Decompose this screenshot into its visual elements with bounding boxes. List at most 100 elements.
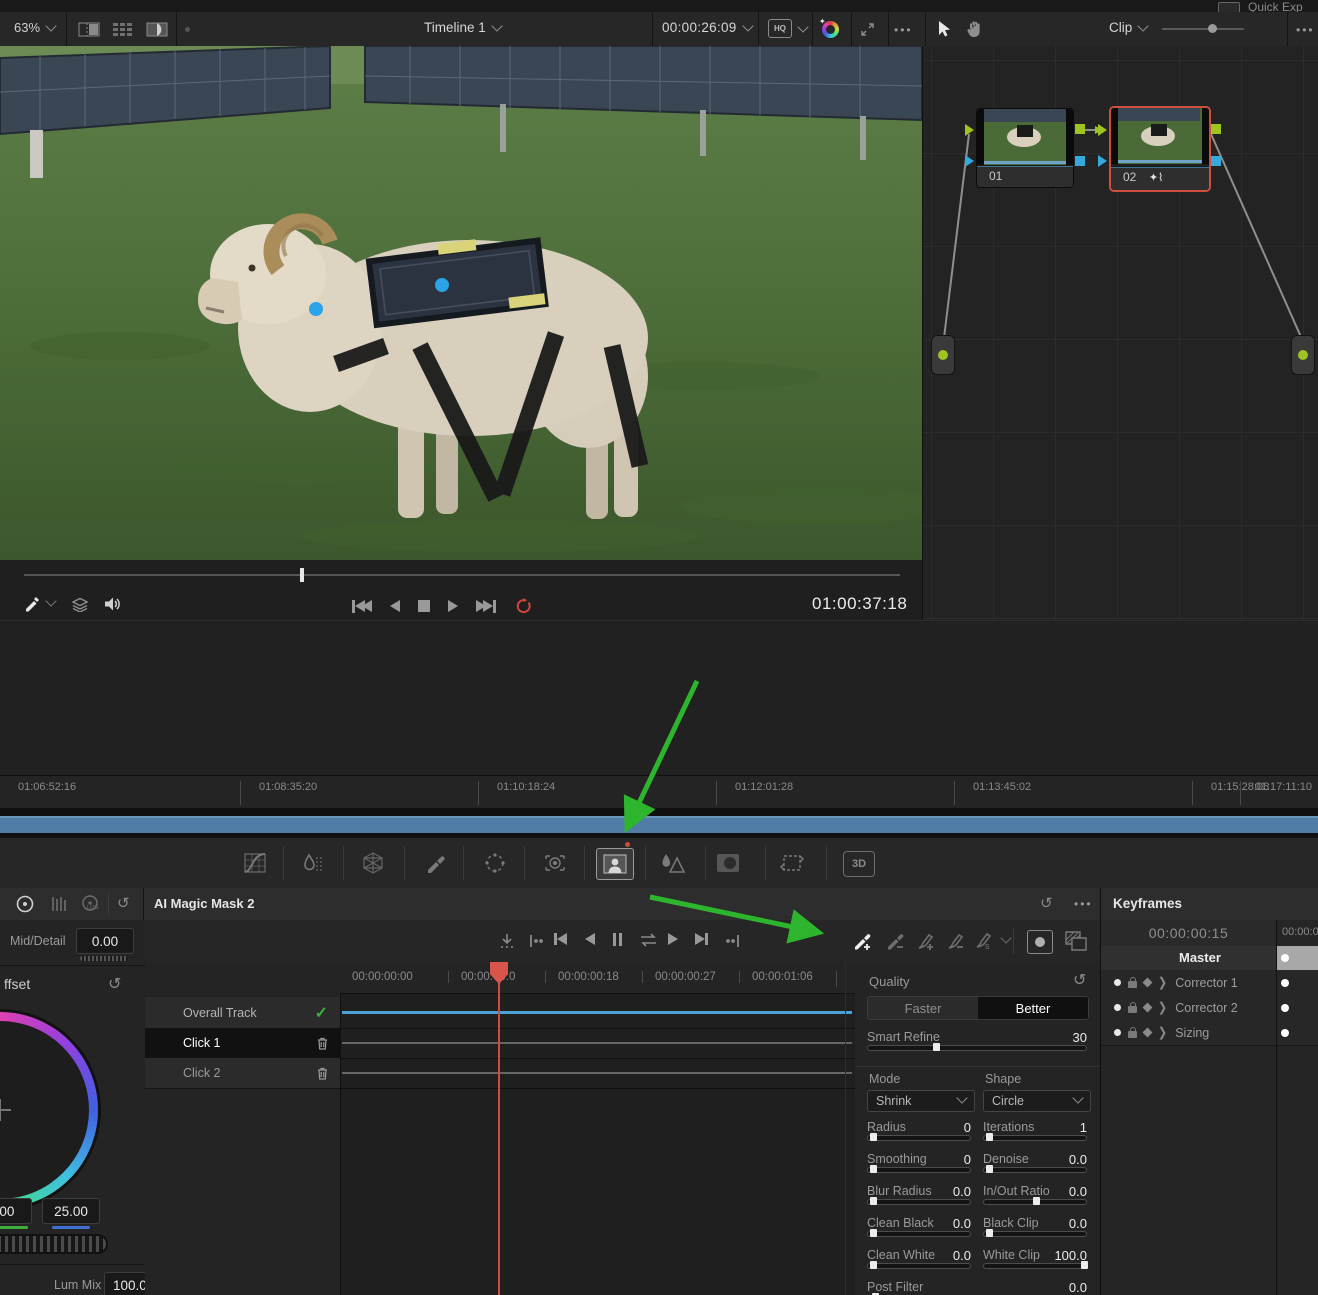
iterations-slider[interactable]: Iterations1 <box>983 1120 1087 1141</box>
enhanced-viewer-icon[interactable] <box>76 20 102 38</box>
node-graph[interactable]: 01 02 ✦︎⌇ <box>922 46 1318 620</box>
keyframe-row-master[interactable]: Master <box>1101 946 1318 971</box>
offset-value-green-box[interactable]: .00 <box>0 1198 32 1224</box>
qualifier-icon[interactable] <box>424 851 448 875</box>
keyframe-diamond-icon[interactable] <box>1143 1003 1153 1013</box>
shape-dropdown[interactable]: Circle <box>983 1090 1091 1112</box>
keyframe-dot[interactable] <box>1281 979 1289 987</box>
clean-white-slider[interactable]: Clean White0.0 <box>867 1248 971 1269</box>
node-01-key-input[interactable] <box>965 155 974 167</box>
keyframe-dot[interactable] <box>1281 1029 1289 1037</box>
mm-pause-button[interactable] <box>613 933 622 946</box>
magic-mask-tab[interactable] <box>596 848 634 880</box>
track-one-back-icon[interactable] <box>526 931 546 951</box>
keyframe-diamond-icon[interactable] <box>1143 978 1153 988</box>
panel-history-icon[interactable]: ↺ <box>117 894 130 912</box>
viewer-playhead[interactable] <box>300 568 304 582</box>
click1-track-bar[interactable] <box>342 1042 852 1044</box>
primary-bars-icon[interactable] <box>48 894 70 914</box>
overall-track-bar[interactable] <box>342 1011 852 1014</box>
split-screen-icon[interactable] <box>144 20 170 38</box>
enable-dot-icon[interactable] <box>1114 1004 1121 1011</box>
lock-icon[interactable] <box>1128 1031 1137 1038</box>
source-node[interactable] <box>931 335 955 375</box>
node-02-rgb-output[interactable] <box>1211 124 1221 134</box>
delete-track-icon[interactable] <box>317 1037 328 1050</box>
mask-overlay-toggle[interactable] <box>1027 930 1053 954</box>
quality-better-button[interactable]: Better <box>978 997 1088 1019</box>
hand-tool-icon[interactable] <box>963 19 985 39</box>
radius-slider[interactable]: Radius0 <box>867 1120 971 1141</box>
mask-playhead-line[interactable] <box>498 962 500 1295</box>
picker-add-tool[interactable] <box>850 929 876 953</box>
track-row-click2[interactable]: Click 2 <box>145 1058 340 1089</box>
timeline-ruler[interactable]: 01:06:52:16 01:08:35:20 01:10:18:24 01:1… <box>0 775 1318 809</box>
node-02-rgb-input[interactable] <box>1098 124 1107 136</box>
window-icon[interactable] <box>481 851 509 875</box>
stroke-remove-tool[interactable] <box>943 929 969 953</box>
offset-master-dial[interactable] <box>0 1236 106 1252</box>
color-wheels-icon[interactable] <box>14 894 36 914</box>
mid-detail-dial[interactable] <box>80 956 128 961</box>
node-02[interactable]: 02 ✦︎⌇ <box>1109 106 1211 192</box>
clean-black-slider[interactable]: Clean Black0.0 <box>867 1216 971 1237</box>
expand-chevron-icon[interactable]: ❯ <box>1158 1000 1167 1016</box>
expand-chevron-icon[interactable]: ❯ <box>1158 1025 1167 1041</box>
keyframe-row-corrector1[interactable]: ❯ Corrector 1 <box>1101 970 1318 996</box>
offset-reset-icon[interactable]: ↺ <box>108 974 121 994</box>
loop-button[interactable] <box>514 598 532 614</box>
smoothing-slider[interactable]: Smoothing0 <box>867 1152 971 1173</box>
node-01[interactable]: 01 <box>976 108 1074 188</box>
output-node[interactable] <box>1291 335 1315 375</box>
sizing-palette-icon[interactable] <box>778 851 808 875</box>
quality-reset-icon[interactable]: ↺ <box>1073 970 1086 990</box>
key-palette-icon[interactable] <box>714 851 742 875</box>
viewer-timecode-select[interactable]: 00:00:26:09 <box>662 20 752 35</box>
smart-stroke-tool[interactable]: s <box>973 929 1010 951</box>
master-keyframe-lane[interactable] <box>1276 946 1318 970</box>
stereo-3d-icon[interactable]: 3D <box>843 851 875 877</box>
delete-track-icon[interactable] <box>317 1067 328 1080</box>
inout-ratio-slider[interactable]: In/Out Ratio0.0 <box>983 1184 1087 1205</box>
smart-refine-slider[interactable]: Smart Refine30 <box>867 1030 1087 1051</box>
mm-step-back-button[interactable] <box>585 933 595 945</box>
offset-value-blue-box[interactable]: 25.00 <box>42 1198 100 1224</box>
audio-mute-icon[interactable] <box>102 594 122 614</box>
offset-color-wheel[interactable] <box>0 1012 98 1208</box>
mm-pingpong-button[interactable] <box>637 932 659 948</box>
node-01-key-output[interactable] <box>1075 156 1085 166</box>
panel-reset-icon[interactable]: ↺ <box>1040 894 1053 912</box>
white-clip-slider[interactable]: White Clip100.0 <box>983 1248 1087 1269</box>
mm-skip-start-button[interactable] <box>554 933 567 945</box>
stroke-add-tool[interactable] <box>913 929 939 953</box>
keyframe-diamond-icon[interactable] <box>1143 1028 1153 1038</box>
keyframe-dot[interactable] <box>1281 954 1289 962</box>
tracker-icon[interactable] <box>541 851 569 875</box>
step-back-button[interactable] <box>390 600 400 612</box>
lock-icon[interactable] <box>1128 1006 1137 1013</box>
gallery-grid-icon[interactable] <box>110 20 136 38</box>
keyframe-dot[interactable] <box>1281 1004 1289 1012</box>
node-01-rgb-output[interactable] <box>1075 124 1085 134</box>
picker-remove-tool[interactable] <box>883 929 909 953</box>
color-management-icon[interactable]: ✦ <box>822 21 839 38</box>
proxy-quality-select[interactable]: HQ <box>768 19 807 38</box>
viewer-video[interactable] <box>0 46 922 560</box>
play-button[interactable] <box>448 600 458 612</box>
expand-viewer-icon[interactable] <box>858 21 876 38</box>
blur-radius-slider[interactable]: Blur Radius0.0 <box>867 1184 971 1205</box>
quality-faster-button[interactable]: Faster <box>868 997 978 1019</box>
lum-mix-value[interactable]: 100.00 <box>104 1272 146 1295</box>
timeline-select[interactable]: Timeline 1 <box>424 20 501 35</box>
lock-icon[interactable] <box>1128 981 1137 988</box>
black-clip-slider[interactable]: Black Clip0.0 <box>983 1216 1087 1237</box>
grab-still-tool[interactable] <box>24 594 55 612</box>
mm-skip-end-button[interactable] <box>695 933 708 945</box>
enable-dot-icon[interactable] <box>1114 1029 1121 1036</box>
viewer-options-menu[interactable]: ••• <box>894 23 913 37</box>
expand-chevron-icon[interactable]: ❯ <box>1158 975 1167 991</box>
node-zoom-slider-thumb[interactable] <box>1208 24 1217 33</box>
color-warper-icon[interactable] <box>300 851 326 875</box>
skip-end-button[interactable] <box>476 600 496 613</box>
node-zoom-slider[interactable] <box>1162 28 1244 30</box>
